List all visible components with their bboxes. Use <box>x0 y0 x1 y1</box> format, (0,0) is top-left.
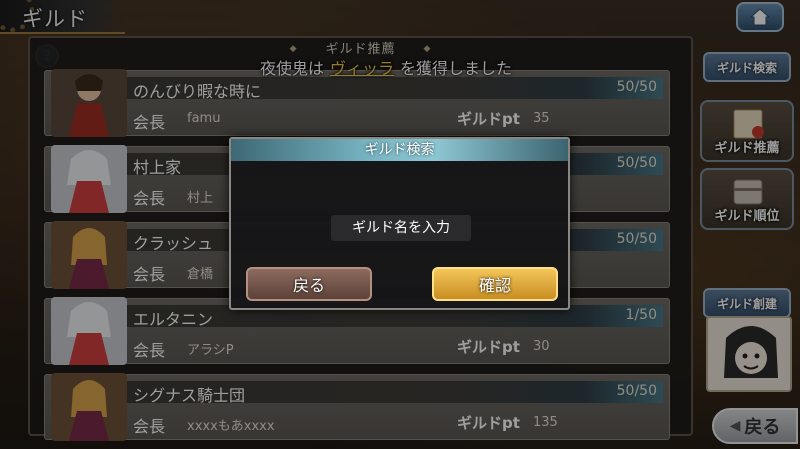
guild-search-dialog: ギルド検索 戻る 確認 <box>229 137 570 310</box>
dialog-confirm-button[interactable]: 確認 <box>432 267 558 301</box>
guild-name-input[interactable] <box>331 215 471 241</box>
dialog-back-button[interactable]: 戻る <box>246 267 372 301</box>
dialog-title: ギルド検索 <box>231 139 568 161</box>
